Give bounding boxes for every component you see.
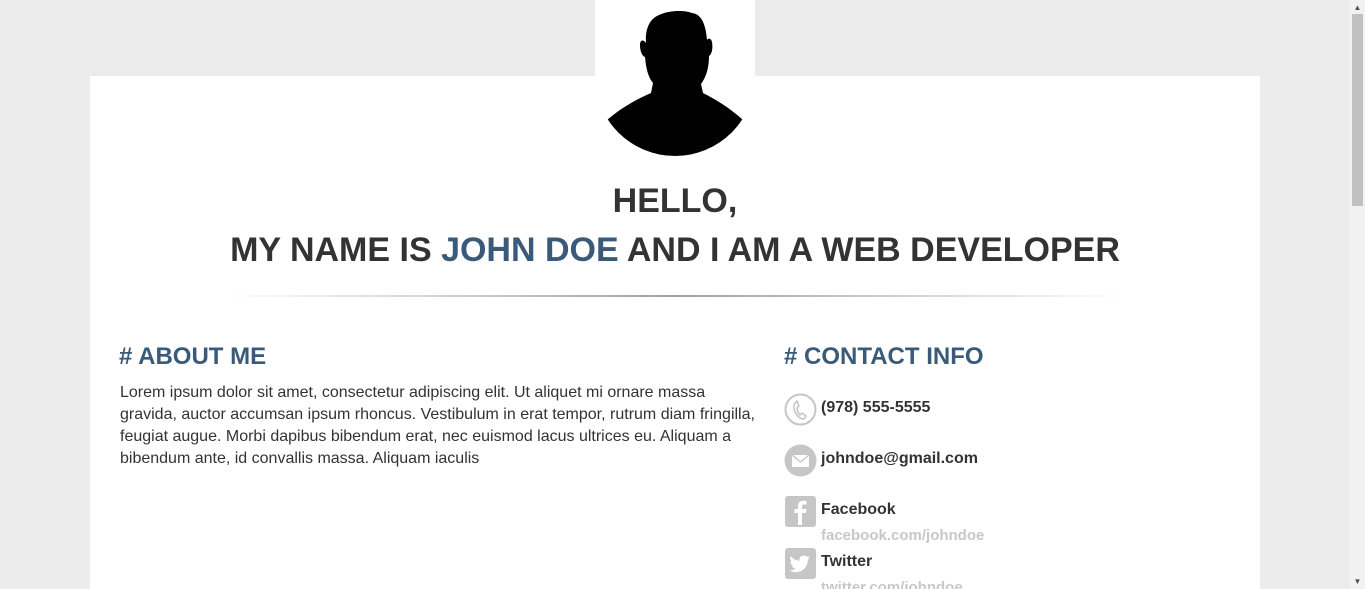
- scroll-thumb[interactable]: [1352, 14, 1363, 206]
- phone-number[interactable]: (978) 555-5555: [821, 399, 930, 417]
- about-title: # ABOUT ME: [119, 343, 267, 370]
- hero-headline: HELLO, MY NAME IS JOHN DOE AND I AM A WE…: [90, 176, 1260, 274]
- twitter-icon: [784, 547, 817, 580]
- intro-prefix: MY NAME IS: [230, 231, 442, 269]
- vertical-scrollbar[interactable]: ▲ ▼: [1350, 0, 1365, 589]
- avatar: [595, 0, 755, 156]
- user-silhouette-icon: [607, 10, 743, 156]
- facebook-link[interactable]: facebook.com/johndoe: [821, 527, 984, 544]
- page: HELLO, MY NAME IS JOHN DOE AND I AM A WE…: [0, 0, 1365, 589]
- facebook-icon: [784, 495, 817, 528]
- hero-divider: [225, 295, 1125, 297]
- intro-suffix: AND I AM A WEB DEVELOPER: [618, 231, 1120, 269]
- phone-icon: [784, 393, 817, 426]
- intro-line: MY NAME IS JOHN DOE AND I AM A WEB DEVEL…: [90, 226, 1260, 274]
- facebook-label[interactable]: Facebook: [821, 501, 896, 519]
- contact-title: # CONTACT INFO: [784, 343, 984, 370]
- scroll-down-arrow-icon[interactable]: ▼: [1350, 574, 1365, 589]
- person-name: JOHN DOE: [441, 231, 619, 269]
- scroll-up-arrow-icon[interactable]: ▲: [1350, 0, 1365, 15]
- about-text: Lorem ipsum dolor sit amet, consectetur …: [120, 384, 755, 467]
- greeting: HELLO,: [612, 182, 738, 220]
- mail-icon: [784, 444, 817, 477]
- twitter-label[interactable]: Twitter: [821, 553, 872, 571]
- email-address[interactable]: johndoe@gmail.com: [821, 450, 978, 468]
- twitter-link[interactable]: twitter.com/johndoe: [821, 579, 963, 589]
